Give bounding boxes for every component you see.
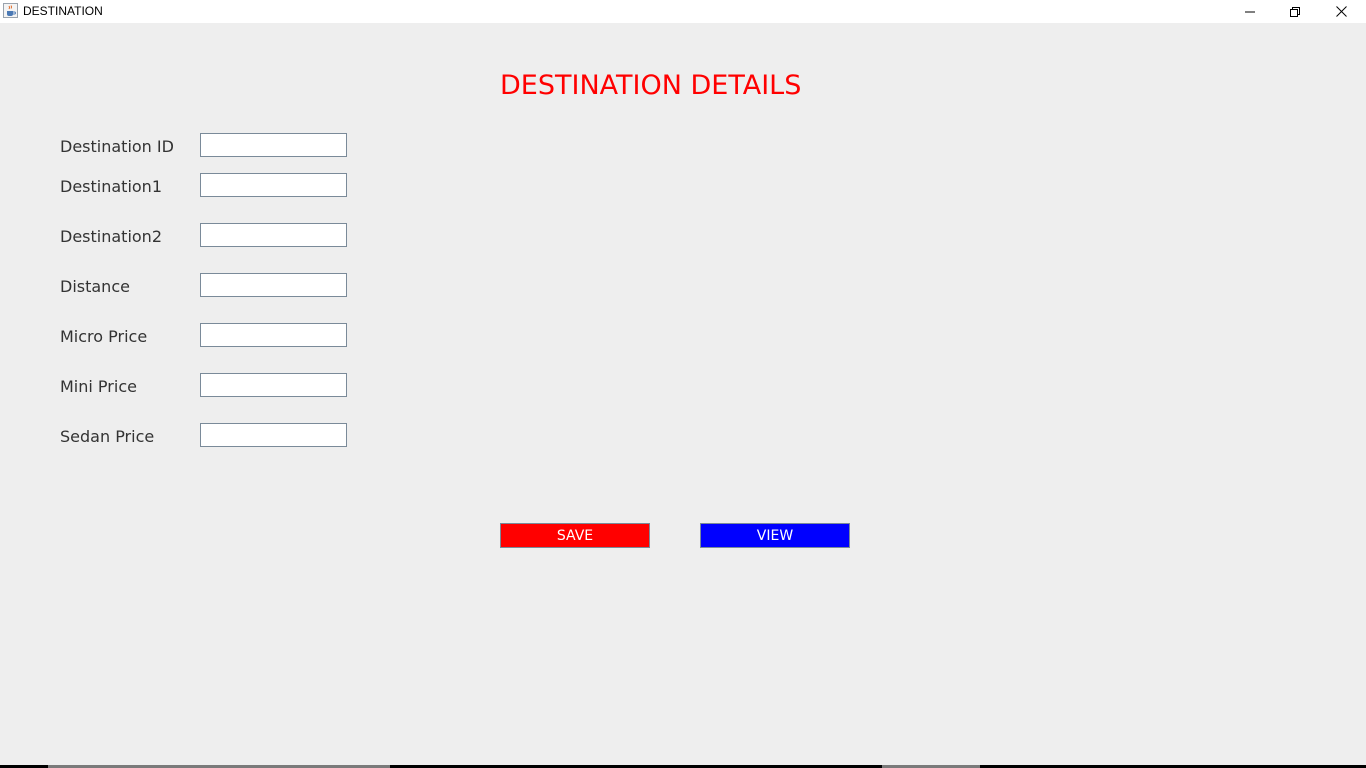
restore-icon — [1290, 2, 1300, 21]
distance-input[interactable] — [200, 273, 347, 297]
destination-window: DESTINATION DESTINATION DETAILS Destinat… — [0, 0, 1366, 768]
minimize-button[interactable] — [1227, 0, 1273, 23]
destination2-label: Destination2 — [60, 227, 162, 246]
destination2-input[interactable] — [200, 223, 347, 247]
mini-price-input[interactable] — [200, 373, 347, 397]
view-button[interactable]: VIEW — [700, 523, 850, 548]
destination-id-input[interactable] — [200, 133, 347, 157]
destination1-label: Destination1 — [60, 177, 162, 196]
distance-label: Distance — [60, 277, 130, 296]
java-cup-icon — [3, 3, 18, 18]
title-bar: DESTINATION — [0, 0, 1366, 23]
sedan-price-input[interactable] — [200, 423, 347, 447]
destination-id-label: Destination ID — [60, 137, 174, 156]
close-icon — [1335, 2, 1347, 21]
restore-button[interactable] — [1272, 0, 1318, 23]
window-title: DESTINATION — [23, 4, 103, 18]
micro-price-input[interactable] — [200, 323, 347, 347]
minimize-icon — [1245, 2, 1255, 21]
close-button[interactable] — [1318, 0, 1364, 23]
page-title: DESTINATION DETAILS — [500, 70, 802, 101]
sedan-price-label: Sedan Price — [60, 427, 155, 446]
mini-price-label: Mini Price — [60, 377, 137, 396]
destination1-input[interactable] — [200, 173, 347, 197]
micro-price-label: Micro Price — [60, 327, 148, 346]
save-button[interactable]: SAVE — [500, 523, 650, 548]
